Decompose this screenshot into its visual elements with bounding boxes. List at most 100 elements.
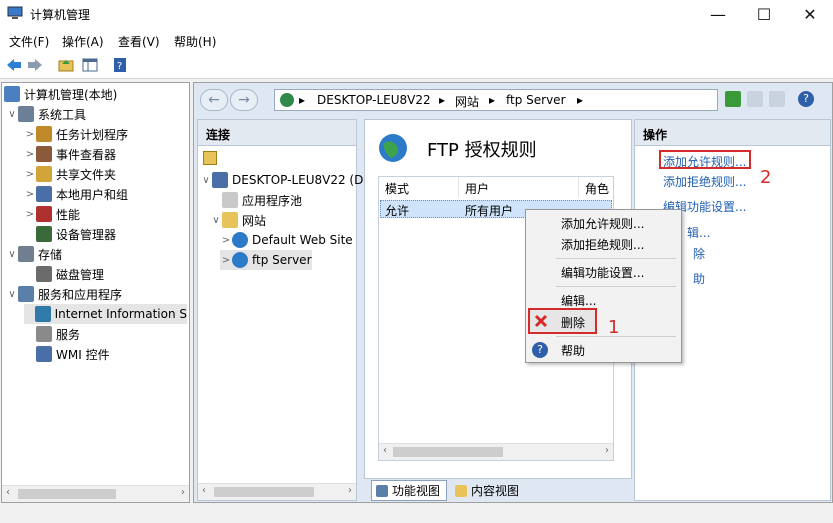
globe-icon xyxy=(280,93,294,107)
tree-root[interactable]: 计算机管理(本地) xyxy=(4,84,117,104)
tab-content-view[interactable]: 内容视图 xyxy=(451,480,527,501)
tree-item[interactable]: > 性能 xyxy=(24,204,80,224)
tree-item[interactable]: Internet Information S xyxy=(24,304,187,324)
expand-chevron-icon[interactable]: > xyxy=(24,129,36,140)
tree-node-icon xyxy=(36,206,52,222)
tree-item[interactable]: WMI 控件 xyxy=(24,344,110,364)
tree-item[interactable]: ∨ 存储 xyxy=(6,244,62,264)
action-help[interactable]: 助 xyxy=(693,270,705,287)
action-add-deny-rule[interactable]: 添加拒绝规则... xyxy=(663,173,746,190)
column-user[interactable]: 用户 xyxy=(459,177,579,197)
tree-item[interactable]: > 本地用户和组 xyxy=(24,184,128,204)
connection-item[interactable]: > Default Web Site xyxy=(220,230,353,250)
menu-bar: 文件(F) 操作(A) 查看(V) 帮助(H) xyxy=(0,28,833,52)
action-delete[interactable]: 除 xyxy=(693,245,705,262)
expand-chevron-icon[interactable]: ∨ xyxy=(6,109,18,120)
address-segment[interactable]: ftp Server xyxy=(506,93,566,107)
tree-node-icon xyxy=(36,346,52,362)
show-hide-tree-icon[interactable] xyxy=(80,55,100,75)
tree-node-icon xyxy=(36,166,52,182)
console-tree: 计算机管理(本地) ∨ 系统工具 > 任务计划程序 > 事件查看器 > 共享文件夹 > 本地用户和… xyxy=(1,82,190,503)
horizontal-scrollbar[interactable]: ‹ › xyxy=(2,485,189,502)
title-bar: 计算机管理 — ☐ ✕ xyxy=(0,0,833,28)
tree-node-icon xyxy=(36,126,52,142)
tree-item[interactable]: > 任务计划程序 xyxy=(24,124,128,144)
connections-scrollbar[interactable]: ‹ › xyxy=(198,483,356,500)
stop-icon[interactable] xyxy=(747,91,763,107)
scroll-left-icon[interactable]: ‹ xyxy=(6,487,10,498)
column-mode[interactable]: 模式 xyxy=(379,177,459,197)
table-scrollbar[interactable]: ‹ › xyxy=(379,443,613,460)
close-button[interactable]: ✕ xyxy=(787,0,833,28)
scroll-left-icon[interactable]: ‹ xyxy=(202,485,206,496)
scroll-right-icon[interactable]: › xyxy=(605,445,609,456)
tree-node-icon xyxy=(18,286,34,302)
scrollbar-thumb[interactable] xyxy=(214,487,314,497)
menu-help[interactable]: 帮助(H) xyxy=(174,33,216,50)
tree-item[interactable]: 服务 xyxy=(24,324,80,344)
scroll-right-icon[interactable]: › xyxy=(181,487,185,498)
tree-item[interactable]: ∨ 系统工具 xyxy=(6,104,86,124)
column-role[interactable]: 角色 xyxy=(579,177,619,197)
connections-panel: 连接 ∨ DESKTOP-LEU8V22 (DES 应用程序池 ∨ 网站 > Default… xyxy=(197,119,379,501)
up-folder-icon[interactable] xyxy=(56,55,76,75)
tree-item[interactable]: ∨ 服务和应用程序 xyxy=(6,284,122,304)
connection-item[interactable]: ∨ 网站 xyxy=(210,210,266,230)
menu-action[interactable]: 操作(A) xyxy=(62,33,104,50)
ftp-globe-icon xyxy=(379,134,407,162)
address-sep-icon: ▸ xyxy=(299,93,306,107)
menu-item-add-allow-rule[interactable]: 添加允许规则... xyxy=(561,215,644,232)
scroll-left-icon[interactable]: ‹ xyxy=(383,445,387,456)
tree-item[interactable]: > 共享文件夹 xyxy=(24,164,116,184)
expand-chevron-icon[interactable]: ∨ xyxy=(6,289,18,300)
expand-chevron-icon[interactable]: > xyxy=(24,169,36,180)
connection-item[interactable]: 应用程序池 xyxy=(210,190,302,210)
page-title: FTP 授权规则 xyxy=(427,140,537,161)
menu-item-delete[interactable]: 删除 xyxy=(561,314,585,331)
scrollbar-thumb[interactable] xyxy=(393,447,503,457)
tree-item-label: 服务和应用程序 xyxy=(38,287,123,302)
address-segment[interactable]: 网站 xyxy=(455,93,479,110)
refresh-icon[interactable] xyxy=(725,91,741,107)
minimize-button[interactable]: — xyxy=(695,0,741,28)
home-icon[interactable] xyxy=(769,91,785,107)
tree-item-label: 系统工具 xyxy=(38,107,87,122)
annotation-number-1: 1 xyxy=(608,317,620,338)
iis-back-icon[interactable]: ← xyxy=(200,89,228,111)
forward-arrow-icon[interactable] xyxy=(25,55,45,75)
menu-item-help[interactable]: 帮助 xyxy=(561,342,585,359)
connection-item[interactable]: > ftp Server xyxy=(220,250,312,270)
scrollbar-thumb[interactable] xyxy=(18,489,116,499)
expand-chevron-icon[interactable]: > xyxy=(24,189,36,200)
tree-node-icon xyxy=(36,146,52,162)
address-segment[interactable]: DESKTOP-LEU8V22 xyxy=(317,93,431,107)
action-edit[interactable]: 辑... xyxy=(687,224,710,241)
expand-chevron-icon[interactable]: > xyxy=(24,149,36,160)
expand-chevron-icon[interactable]: > xyxy=(24,209,36,220)
menu-item-edit[interactable]: 编辑... xyxy=(561,292,596,309)
delete-x-icon xyxy=(534,314,548,328)
expand-chevron-icon[interactable]: > xyxy=(220,235,232,246)
iis-manager: ← → ▸ DESKTOP-LEU8V22 ▸ 网站 ▸ ftp Server … xyxy=(193,82,833,503)
tree-item[interactable]: 磁盘管理 xyxy=(24,264,104,284)
expand-chevron-icon[interactable]: > xyxy=(220,255,232,266)
expand-chevron-icon[interactable]: ∨ xyxy=(200,175,212,186)
tree-item[interactable]: 设备管理器 xyxy=(24,224,116,244)
expand-chevron-icon[interactable]: ∨ xyxy=(210,215,222,226)
connection-item[interactable]: ∨ DESKTOP-LEU8V22 (DES xyxy=(200,170,379,190)
tab-features-view[interactable]: 功能视图 xyxy=(371,480,447,501)
scroll-right-icon[interactable]: › xyxy=(348,485,352,496)
iis-help-icon[interactable]: ? xyxy=(798,91,814,107)
maximize-button[interactable]: ☐ xyxy=(741,0,787,28)
menu-item-add-deny-rule[interactable]: 添加拒绝规则... xyxy=(561,236,644,253)
address-bar[interactable]: ▸ DESKTOP-LEU8V22 ▸ 网站 ▸ ftp Server ▸ xyxy=(274,89,718,111)
menu-view[interactable]: 查看(V) xyxy=(118,33,160,50)
expand-chevron-icon[interactable]: ∨ xyxy=(6,249,18,260)
tree-item[interactable]: > 事件查看器 xyxy=(24,144,116,164)
menu-file[interactable]: 文件(F) xyxy=(9,33,49,50)
menu-item-edit-feature-settings[interactable]: 编辑功能设置... xyxy=(561,264,644,281)
back-arrow-icon[interactable] xyxy=(4,55,24,75)
iis-forward-icon[interactable]: → xyxy=(230,89,258,111)
help-book-icon[interactable]: ? xyxy=(110,55,130,75)
connect-folder-icon[interactable] xyxy=(203,151,217,165)
